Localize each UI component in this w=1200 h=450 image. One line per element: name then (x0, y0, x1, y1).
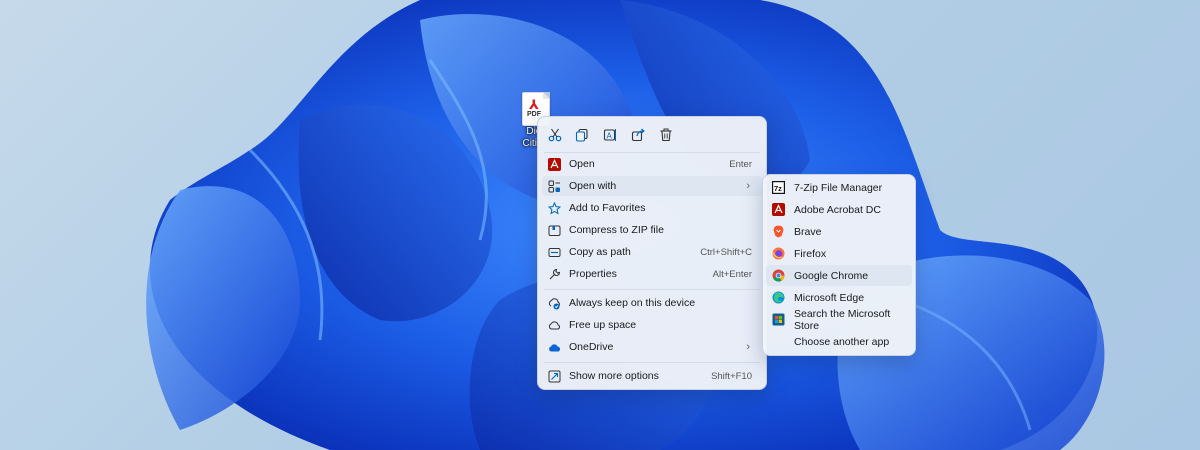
menu-item-label: Add to Favorites (569, 202, 646, 214)
svg-text:7z: 7z (774, 184, 782, 193)
menu-separator (544, 362, 760, 363)
copy-button[interactable] (571, 125, 593, 145)
rename-icon: A (603, 129, 616, 141)
menu-item-label: OneDrive (569, 341, 614, 353)
menu-item-shortcut: Enter (729, 158, 752, 170)
firefox-icon (772, 247, 785, 260)
submenu-item-choose-another-app[interactable]: Choose another app (766, 331, 912, 352)
more-options-icon (547, 369, 561, 383)
submenu-item-label: Google Chrome (794, 269, 869, 282)
menu-item-free-up-space[interactable]: Free up space (542, 315, 762, 335)
onedrive-icon (547, 340, 561, 354)
menu-item-label: Always keep on this device (569, 297, 696, 309)
submenu-item-7zip[interactable]: 7z 7-Zip File Manager (766, 177, 912, 198)
cut-button[interactable] (544, 125, 566, 145)
menu-item-properties[interactable]: Properties Alt+Enter (542, 264, 762, 284)
store-icon (772, 313, 785, 326)
menu-item-label: Open (569, 158, 595, 170)
submenu-item-brave[interactable]: Brave (766, 221, 912, 242)
menu-separator (544, 152, 760, 153)
wrench-icon (547, 267, 561, 281)
open-with-submenu: 7z 7-Zip File Manager Adobe Acrobat DC B… (762, 174, 916, 356)
submenu-item-label: Firefox (794, 247, 827, 260)
context-menu: A Open Enter Open with › Add to Favorite… (537, 116, 767, 390)
rename-button[interactable]: A (599, 125, 621, 145)
menu-item-label: Show more options (569, 370, 659, 382)
menu-item-open[interactable]: Open Enter (542, 154, 762, 174)
menu-item-shortcut: Shift+F10 (711, 370, 752, 382)
submenu-item-label: 7-Zip File Manager (794, 181, 883, 194)
submenu-item-chrome[interactable]: Google Chrome (766, 265, 912, 286)
share-button[interactable] (627, 125, 649, 145)
open-with-icon (547, 179, 561, 193)
menu-item-label: Copy as path (569, 246, 631, 258)
submenu-item-edge[interactable]: Microsoft Edge (766, 287, 912, 308)
menu-item-label: Open with (569, 180, 617, 192)
chrome-icon (772, 269, 785, 282)
menu-item-label: Properties (569, 268, 617, 280)
delete-icon (660, 128, 672, 142)
keep-device-icon (547, 296, 561, 310)
cloud-outline-icon (547, 318, 561, 332)
submenu-item-label: Microsoft Edge (794, 291, 865, 304)
cut-icon (548, 128, 562, 142)
submenu-item-firefox[interactable]: Firefox (766, 243, 912, 264)
edge-icon (772, 291, 785, 304)
chevron-right-icon: › (746, 180, 750, 192)
path-icon (547, 245, 561, 259)
menu-item-label: Free up space (569, 319, 637, 331)
brave-icon (772, 225, 785, 238)
menu-item-copy-as-path[interactable]: Copy as path Ctrl+Shift+C (542, 242, 762, 262)
context-menu-toolbar: A (538, 117, 766, 151)
menu-item-onedrive[interactable]: OneDrive › (542, 337, 762, 357)
menu-item-label: Compress to ZIP file (569, 224, 664, 236)
menu-item-compress-zip[interactable]: Compress to ZIP file (542, 220, 762, 240)
submenu-item-microsoft-store[interactable]: Search the Microsoft Store (766, 307, 912, 332)
menu-item-always-keep[interactable]: Always keep on this device (542, 293, 762, 313)
submenu-item-acrobat[interactable]: Adobe Acrobat DC (766, 199, 912, 220)
delete-button[interactable] (655, 125, 677, 145)
menu-item-open-with[interactable]: Open with › (542, 176, 762, 196)
submenu-item-label: Search the Microsoft Store (794, 307, 891, 332)
submenu-item-label: Brave (794, 225, 822, 238)
menu-item-add-to-favorites[interactable]: Add to Favorites (542, 198, 762, 218)
share-icon (631, 128, 645, 142)
menu-item-show-more-options[interactable]: Show more options Shift+F10 (542, 366, 762, 386)
svg-text:A: A (607, 132, 613, 141)
chevron-right-icon: › (746, 341, 750, 353)
menu-separator (544, 289, 760, 290)
menu-item-shortcut: Ctrl+Shift+C (700, 246, 752, 258)
acrobat-icon (772, 203, 785, 216)
copy-icon (575, 128, 588, 142)
submenu-item-label: Choose another app (794, 335, 890, 348)
acrobat-icon (547, 157, 561, 171)
zip-icon (547, 223, 561, 237)
star-icon (547, 201, 561, 215)
menu-item-shortcut: Alt+Enter (712, 268, 752, 280)
7zip-icon: 7z (772, 181, 785, 194)
submenu-item-label: Adobe Acrobat DC (794, 203, 881, 216)
